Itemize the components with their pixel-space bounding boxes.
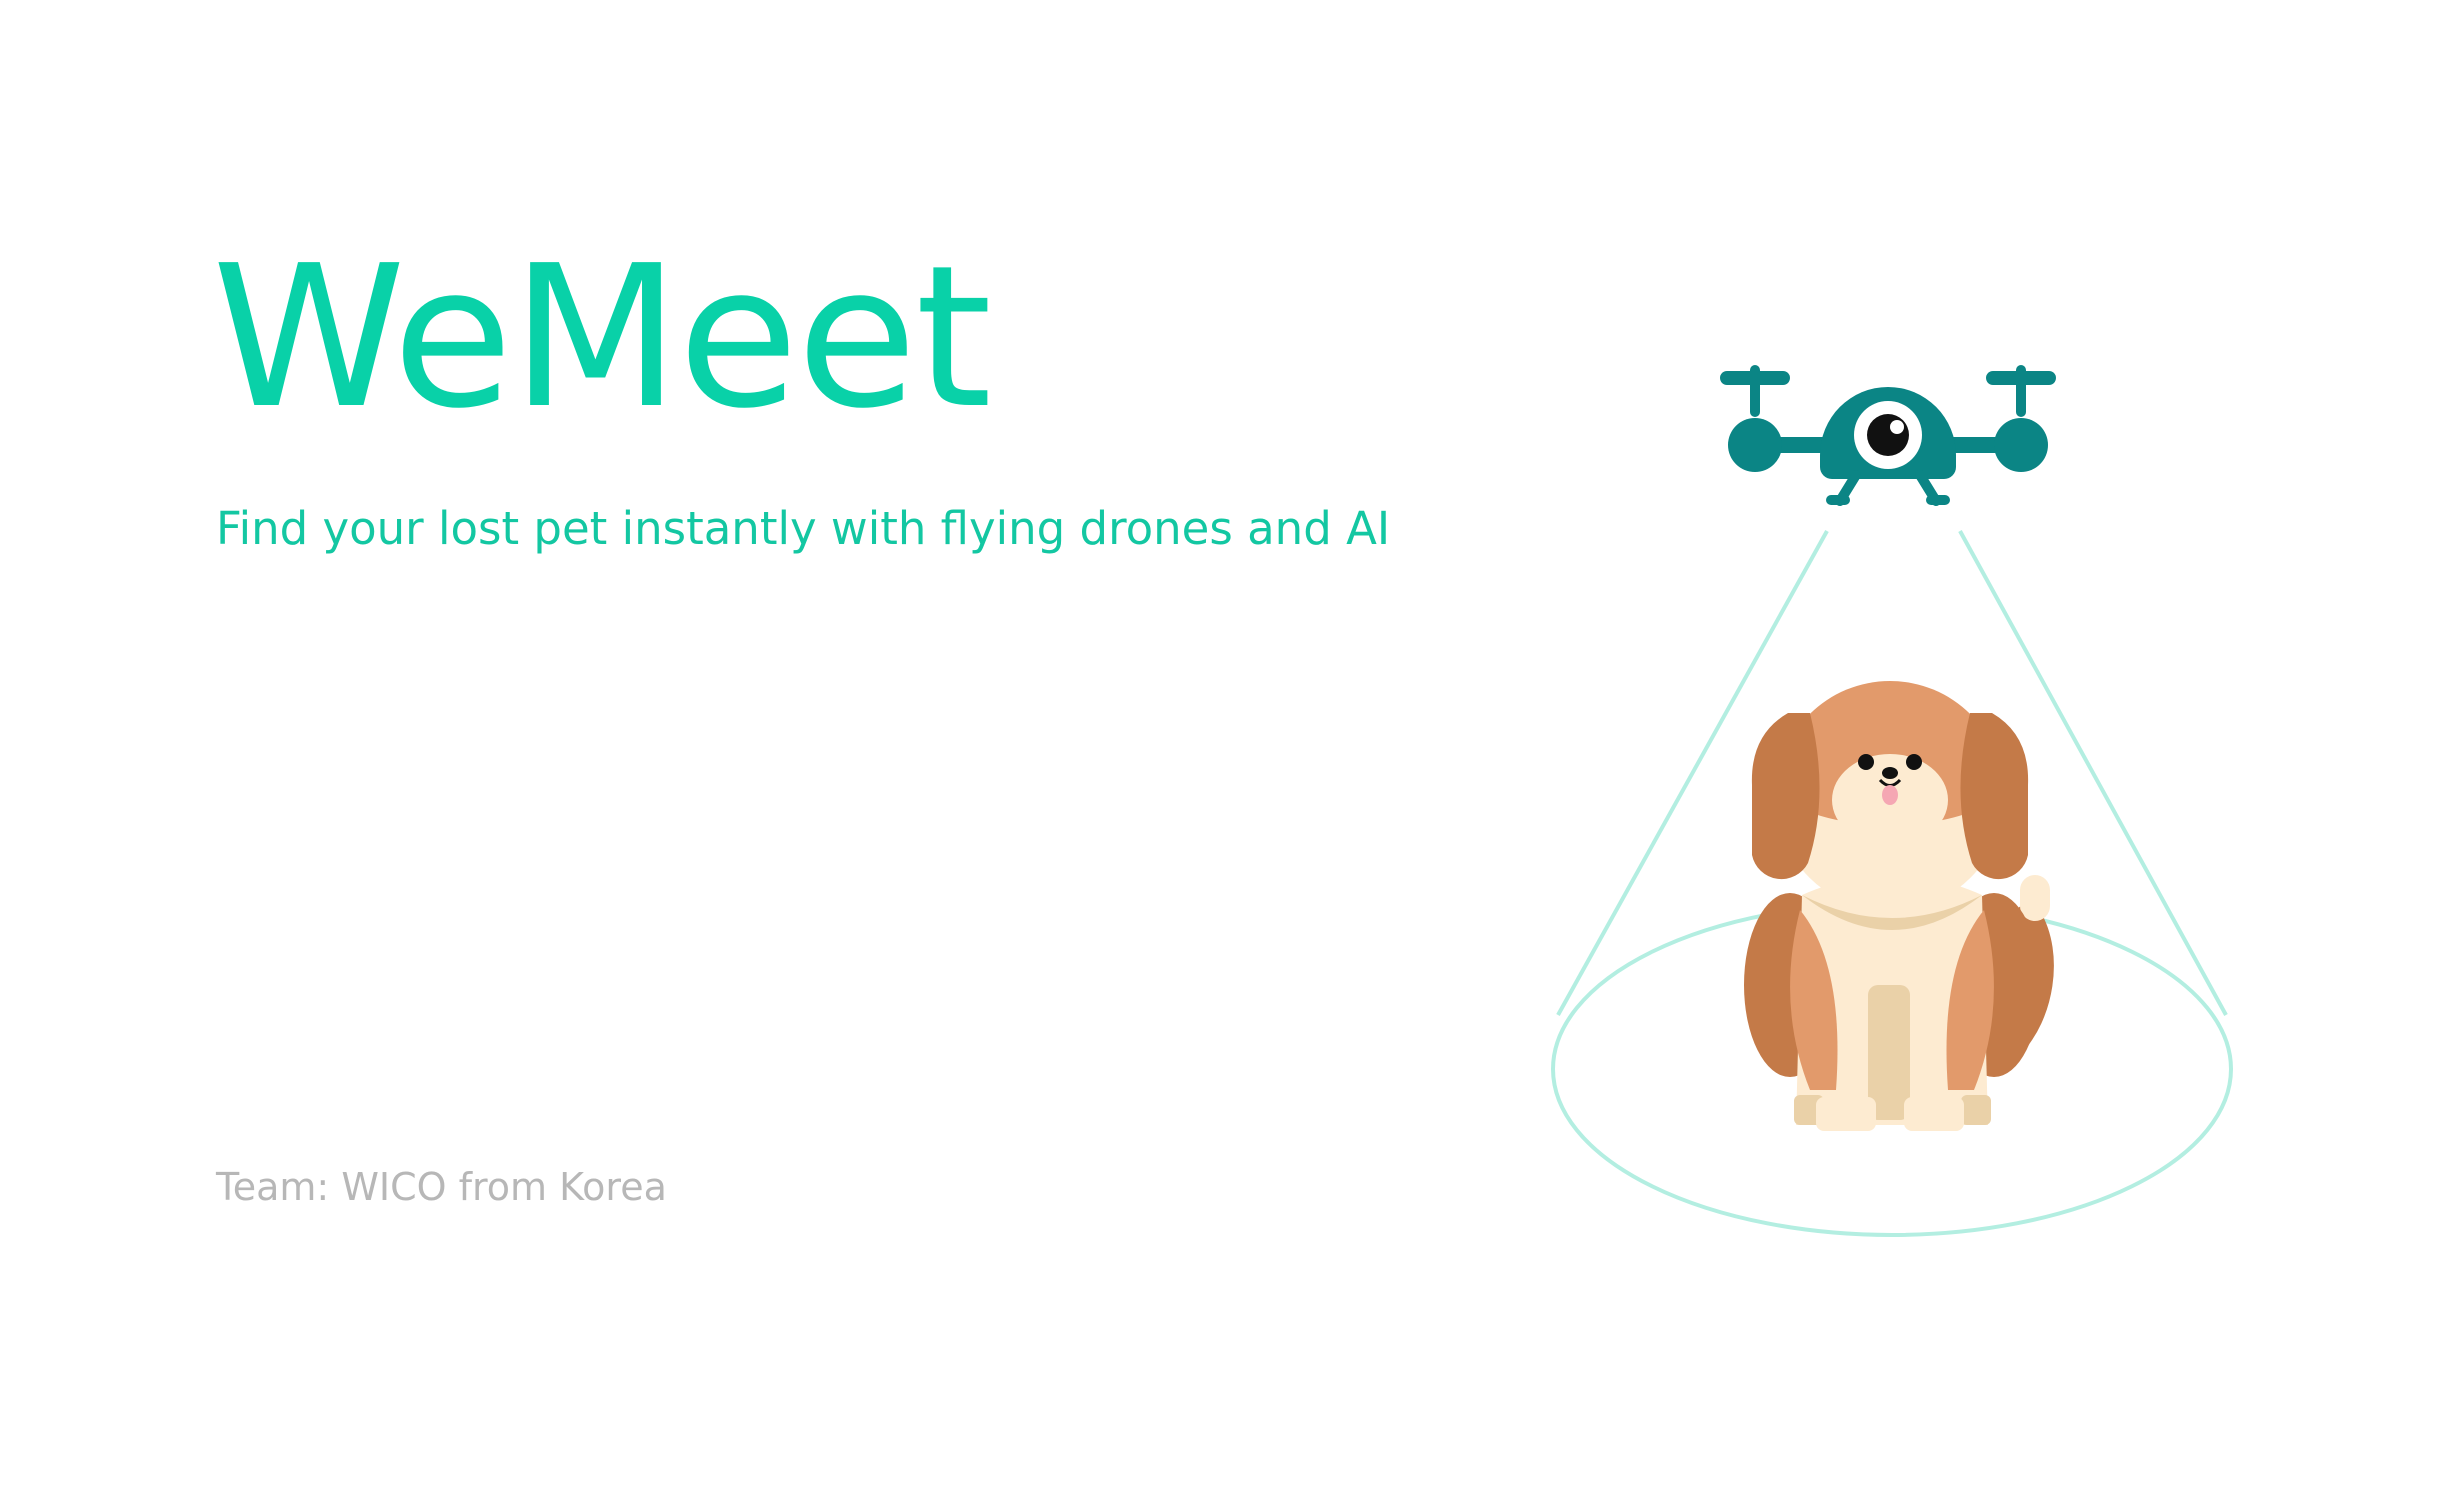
dog-icon (1744, 681, 2054, 1131)
drone-dog-illustration (1551, 365, 2233, 1237)
tagline: Find your lost pet instantly with flying… (216, 502, 1391, 555)
app-title: WeMeet (212, 224, 992, 452)
team-credit: Team: WICO from Korea (216, 1165, 667, 1209)
drone-icon (1720, 365, 2056, 506)
